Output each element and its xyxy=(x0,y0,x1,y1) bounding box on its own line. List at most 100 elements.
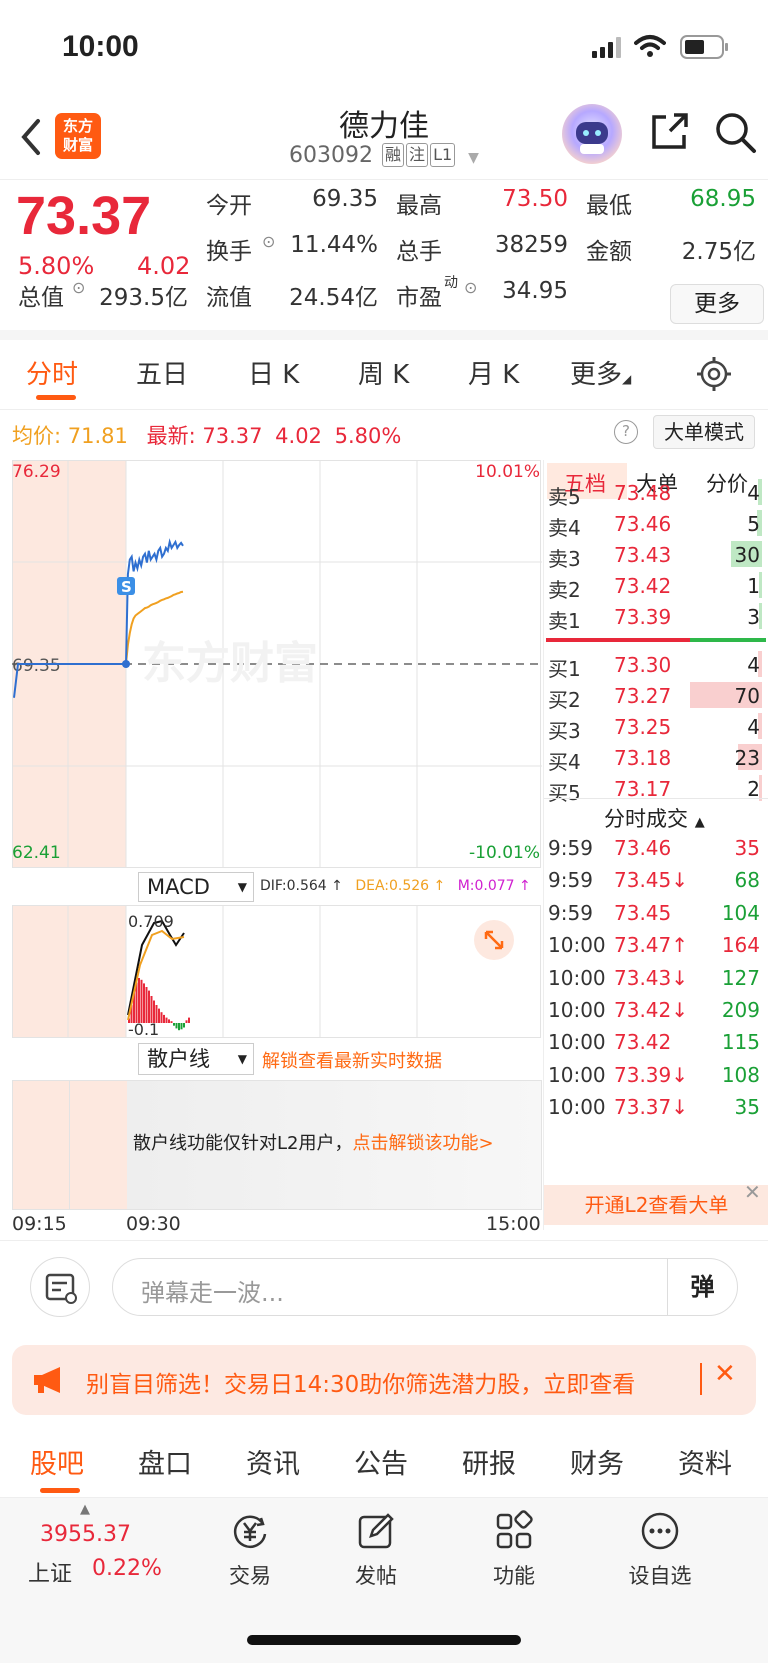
intraday-chart[interactable]: 东方财富 76.29 62.41 69.35 10.01% -10.01% S xyxy=(12,460,542,868)
last-pct: 5.80% xyxy=(334,424,402,448)
share-icon[interactable] xyxy=(648,111,690,153)
stock-header: 东方 财富 德力佳 603092 融注 L1 ▼ xyxy=(0,95,768,180)
info-dots-icon[interactable]: ⊙ xyxy=(72,278,85,297)
more-stats-button[interactable]: 更多 xyxy=(670,284,764,324)
active-tab-underline xyxy=(40,1488,80,1493)
unlock-feature-link[interactable]: 点击解锁该功能> xyxy=(352,1133,493,1154)
content-tabs: 股吧 盘口 资讯 公告 研报 财务 资料 xyxy=(0,1430,768,1498)
tab-finance[interactable]: 财务 xyxy=(570,1442,624,1481)
tab-five-day[interactable]: 五日 xyxy=(136,354,188,391)
ask-level-3[interactable]: 卖3 73.43 30 xyxy=(544,539,766,571)
change-percent: 5.80% xyxy=(18,252,95,280)
ask-level-5[interactable]: 卖1 73.39 3 xyxy=(544,601,766,633)
ask-level-1[interactable]: 卖5 73.48 4 xyxy=(544,477,766,509)
tick-qty: 35 xyxy=(734,1095,760,1120)
info-dots-icon[interactable]: ⊙ xyxy=(464,278,477,297)
level-label: 买2 xyxy=(548,688,581,712)
retail-line-panel: 散户线功能仅针对L2用户，点击解锁该功能> xyxy=(12,1080,542,1210)
tab-monthly-k[interactable]: 月 K xyxy=(468,354,519,391)
macd-values: DIF:0.564 ↑ DEA:0.526 ↑ M:0.077 ↑ xyxy=(260,878,531,894)
tab-research[interactable]: 研报 xyxy=(462,1442,516,1481)
retail-indicator-select[interactable]: 散户线 ▼ xyxy=(138,1043,254,1075)
index-value[interactable]: 3955.37 xyxy=(40,1522,131,1547)
settings-gear-icon[interactable] xyxy=(694,354,734,394)
open-l2-banner[interactable]: 开通L2查看大单 xyxy=(544,1185,768,1225)
trades-title[interactable]: 分时成交 ▲ xyxy=(604,803,705,833)
bid-level-1[interactable]: 买1 73.30 4 xyxy=(544,649,766,681)
home-indicator xyxy=(247,1635,521,1645)
trade-tick-row: 9:59 73.46 35 xyxy=(544,832,766,866)
tick-price: 73.42↓ xyxy=(614,998,689,1022)
info-dots-icon[interactable]: ⊙ xyxy=(262,232,275,251)
tab-order-book[interactable]: 盘口 xyxy=(138,1442,192,1481)
danmaku-input[interactable]: 弹幕走一波... 弹 xyxy=(112,1258,738,1316)
tab-intraday[interactable]: 分时 xyxy=(26,354,78,391)
close-icon[interactable]: ✕ xyxy=(744,1180,761,1204)
big-order-mode-button[interactable]: 大单模式 xyxy=(653,415,755,449)
level-qty: 3 xyxy=(747,605,760,629)
registration-tag: 注 xyxy=(406,143,429,167)
promo-banner[interactable]: 别盲目筛选！交易日14:30助你筛选潜力股，立即查看 ✕ xyxy=(12,1345,756,1415)
macd-bar xyxy=(183,1023,185,1028)
macd-bar xyxy=(168,1019,170,1023)
tab-news[interactable]: 资讯 xyxy=(246,1442,300,1481)
ask-level-4[interactable]: 卖2 73.42 1 xyxy=(544,570,766,602)
preopen-shade xyxy=(12,905,126,1038)
preopen-shade xyxy=(13,1081,127,1209)
level-price: 73.27 xyxy=(614,684,672,708)
tick-qty: 35 xyxy=(734,836,760,860)
trade-button[interactable]: 交易 xyxy=(200,1506,300,1590)
post-button[interactable]: 发帖 xyxy=(326,1506,426,1590)
tick-time: 10:00 xyxy=(548,1062,606,1087)
macd-bar xyxy=(165,1017,168,1023)
danmaku-toggle-button[interactable]: 弹 xyxy=(667,1259,737,1315)
bid-level-2[interactable]: 买2 73.27 70 xyxy=(544,680,766,712)
macd-bar xyxy=(140,979,143,1023)
retail-notice: 散户线功能仅针对L2用户，点击解锁该功能> xyxy=(133,1133,494,1154)
bid-level-5[interactable]: 买5 73.17 2 xyxy=(544,773,766,805)
amount-label: 金额 xyxy=(586,239,632,265)
ask-level-2[interactable]: 卖4 73.46 5 xyxy=(544,508,766,540)
time-label-open: 09:30 xyxy=(126,1213,181,1235)
tab-announcements[interactable]: 公告 xyxy=(354,1442,408,1481)
tab-profile[interactable]: 资料 xyxy=(678,1442,732,1481)
tick-price: 73.46 xyxy=(614,836,672,860)
help-icon[interactable]: ? xyxy=(614,420,638,444)
level-qty: 4 xyxy=(747,653,760,677)
tick-qty: 104 xyxy=(721,900,760,925)
macd-bar xyxy=(138,978,140,1023)
macd-bar xyxy=(163,1014,165,1023)
tab-weekly-k[interactable]: 周 K xyxy=(358,354,409,391)
divider xyxy=(700,1363,702,1395)
tab-daily-k[interactable]: 日 K xyxy=(248,354,299,391)
tick-qty: 209 xyxy=(721,998,760,1022)
level-label: 卖1 xyxy=(548,609,581,633)
close-icon[interactable]: ✕ xyxy=(714,1359,736,1389)
level-price: 73.42 xyxy=(614,574,672,598)
bid-level-3[interactable]: 买3 73.25 4 xyxy=(544,711,766,743)
macd-m: M:0.077 ↑ xyxy=(457,878,531,894)
ai-assistant-avatar[interactable] xyxy=(562,104,622,164)
macd-bar xyxy=(150,996,153,1023)
danmaku-settings-button[interactable] xyxy=(30,1257,90,1317)
add-watchlist-button[interactable]: 设自选 xyxy=(602,1506,718,1590)
macd-bar xyxy=(143,983,145,1023)
macd-bar xyxy=(160,1012,163,1023)
search-icon[interactable] xyxy=(714,111,758,155)
trade-tick-row: 10:00 73.43↓ 127 xyxy=(544,962,766,996)
tick-price: 73.47↑ xyxy=(614,933,689,958)
battery-icon xyxy=(680,35,728,59)
macd-chart[interactable]: 0.709 -0.1 xyxy=(12,905,542,1038)
pct-max-label: 10.01% xyxy=(475,462,540,482)
turnover-value: 11.44% xyxy=(290,232,378,258)
retail-unlock-link[interactable]: 解锁查看最新实时数据 xyxy=(262,1047,442,1073)
low-value: 68.95 xyxy=(690,186,756,212)
sell-signal-letter: S xyxy=(121,578,132,596)
macd-indicator-select[interactable]: MACD ▼ xyxy=(138,872,254,902)
promo-text: 别盲目筛选！交易日14:30助你筛选潜力股，立即查看 xyxy=(86,1372,636,1398)
tab-forum[interactable]: 股吧 xyxy=(30,1442,84,1481)
bid-level-4[interactable]: 买4 73.18 23 xyxy=(544,742,766,774)
functions-button[interactable]: 功能 xyxy=(464,1506,564,1590)
tab-more[interactable]: 更多◢ xyxy=(570,354,631,391)
level-qty: 70 xyxy=(734,684,760,708)
